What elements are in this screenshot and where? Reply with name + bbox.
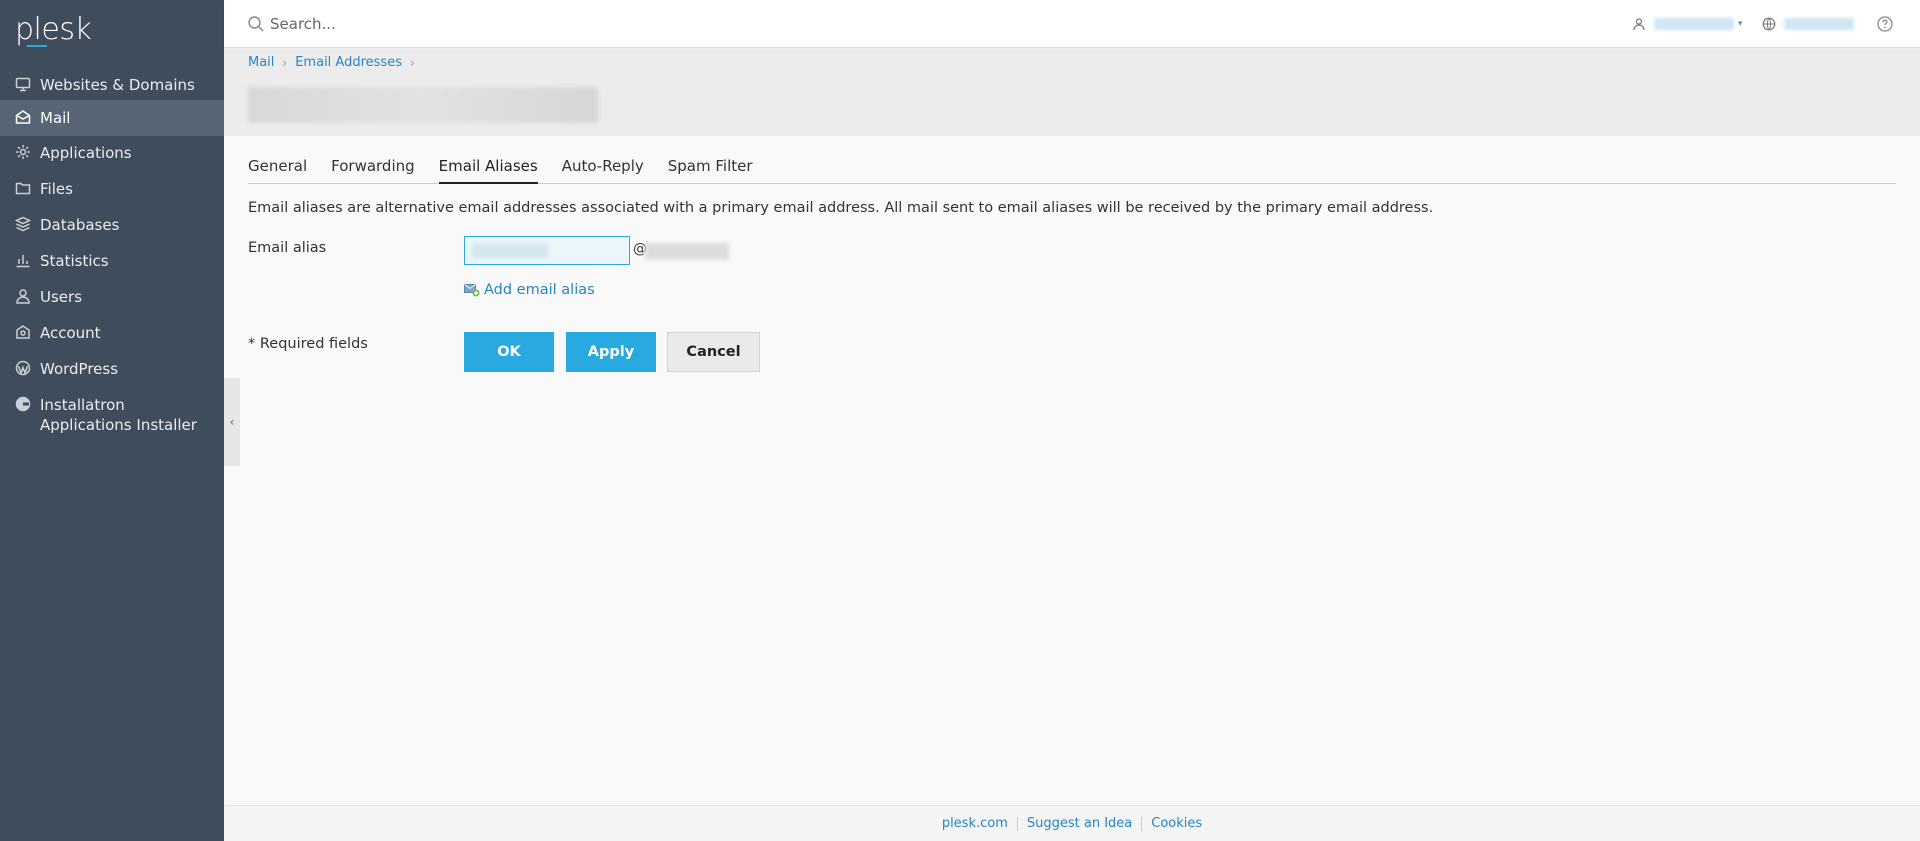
chevron-down-icon: ▾ (1738, 19, 1743, 29)
logo-accent (27, 45, 47, 47)
sidebar-item-label: Statistics (40, 252, 109, 270)
footer-link-suggest-idea[interactable]: Suggest an Idea (1027, 816, 1132, 831)
footer-link-cookies[interactable]: Cookies (1151, 816, 1202, 831)
page-title-redacted (248, 87, 598, 123)
tab-bar: General Forwarding Email Aliases Auto-Re… (248, 148, 1896, 184)
apply-button[interactable]: Apply (566, 332, 656, 372)
user-menu[interactable]: ▾ (1632, 14, 1743, 34)
footer-link-plesk[interactable]: plesk.com (942, 816, 1008, 831)
tab-forwarding[interactable]: Forwarding (331, 148, 415, 184)
subscription-menu[interactable] (1762, 14, 1854, 34)
sidebar-item-wordpress[interactable]: WordPress (0, 359, 224, 389)
sidebar-item-databases[interactable]: Databases (0, 215, 224, 245)
sidebar-item-files[interactable]: Files (0, 179, 224, 209)
tab-spam-filter[interactable]: Spam Filter (668, 148, 753, 184)
ok-button[interactable]: OK (464, 332, 554, 372)
footer-divider (1016, 816, 1018, 831)
cancel-button[interactable]: Cancel (667, 332, 760, 372)
mail-icon (14, 108, 32, 126)
wordpress-icon (14, 359, 32, 377)
sidebar-item-applications[interactable]: Applications (0, 143, 224, 173)
user-icon (1633, 18, 1645, 31)
sidebar-item-mail[interactable]: Mail (0, 100, 224, 136)
globe-icon (1762, 17, 1776, 31)
tab-general[interactable]: General (248, 148, 307, 184)
subscription-redacted (1784, 18, 1854, 30)
sidebar-item-label: Files (40, 180, 73, 198)
account-icon (14, 323, 32, 341)
sidebar: plesk Websites & Domains Mail Applicatio… (0, 0, 224, 841)
username-redacted (1654, 18, 1734, 30)
bar-chart-icon (14, 251, 32, 269)
add-alias-icon (464, 284, 480, 297)
tab-email-aliases[interactable]: Email Aliases (438, 148, 538, 184)
breadcrumb: Mail › Email Addresses › (248, 55, 423, 70)
chevron-right-icon: › (282, 55, 288, 70)
sidebar-item-label: Account (40, 324, 101, 342)
sidebar-item-installatron[interactable]: Installatron Applications Installer (0, 395, 224, 443)
top-bar: ▾ (224, 0, 1920, 48)
folder-icon (14, 179, 32, 197)
sidebar-item-statistics[interactable]: Statistics (0, 251, 224, 281)
search-input[interactable] (270, 10, 770, 38)
add-email-alias-label: Add email alias (484, 282, 595, 298)
domain-redacted (645, 243, 729, 260)
search-icon (248, 16, 264, 32)
breadcrumb-email-addresses[interactable]: Email Addresses (295, 55, 402, 70)
plesk-logo[interactable]: plesk (15, 12, 92, 47)
footer: plesk.com Suggest an Idea Cookies (224, 805, 1920, 841)
monitor-icon (14, 75, 32, 93)
sidebar-item-label: WordPress (40, 360, 119, 378)
aliases-description: Email aliases are alternative email addr… (248, 200, 1434, 216)
chevron-right-icon: › (409, 55, 415, 70)
gear-icon (14, 143, 32, 161)
footer-divider (1141, 816, 1143, 831)
sidebar-item-label: Databases (40, 216, 120, 234)
tab-auto-reply[interactable]: Auto-Reply (562, 148, 644, 184)
sidebar-item-label: Users (40, 288, 83, 306)
breadcrumb-mail[interactable]: Mail (248, 55, 274, 70)
installatron-icon (14, 395, 32, 413)
email-alias-label: Email alias (248, 240, 327, 256)
layers-icon (14, 215, 32, 233)
sidebar-item-label: Applications (40, 144, 132, 162)
user-icon (14, 287, 32, 305)
help-icon[interactable] (1876, 15, 1894, 33)
sidebar-item-label: Installatron Applications Installer (40, 396, 197, 434)
sidebar-item-label: Websites & Domains (40, 76, 195, 94)
email-alias-input[interactable] (464, 236, 630, 265)
sidebar-item-users[interactable]: Users (0, 287, 224, 317)
required-fields-note: * Required fields (248, 336, 368, 352)
sidebar-item-websites-domains[interactable]: Websites & Domains (0, 71, 224, 101)
sidebar-collapse-handle[interactable]: ‹ (224, 378, 240, 466)
add-email-alias-link[interactable]: Add email alias (464, 282, 595, 298)
page-header: Mail › Email Addresses › (224, 49, 1920, 136)
sidebar-item-account[interactable]: Account (0, 323, 224, 353)
sidebar-item-label: Mail (40, 109, 71, 127)
chevron-left-icon: ‹ (229, 415, 235, 429)
